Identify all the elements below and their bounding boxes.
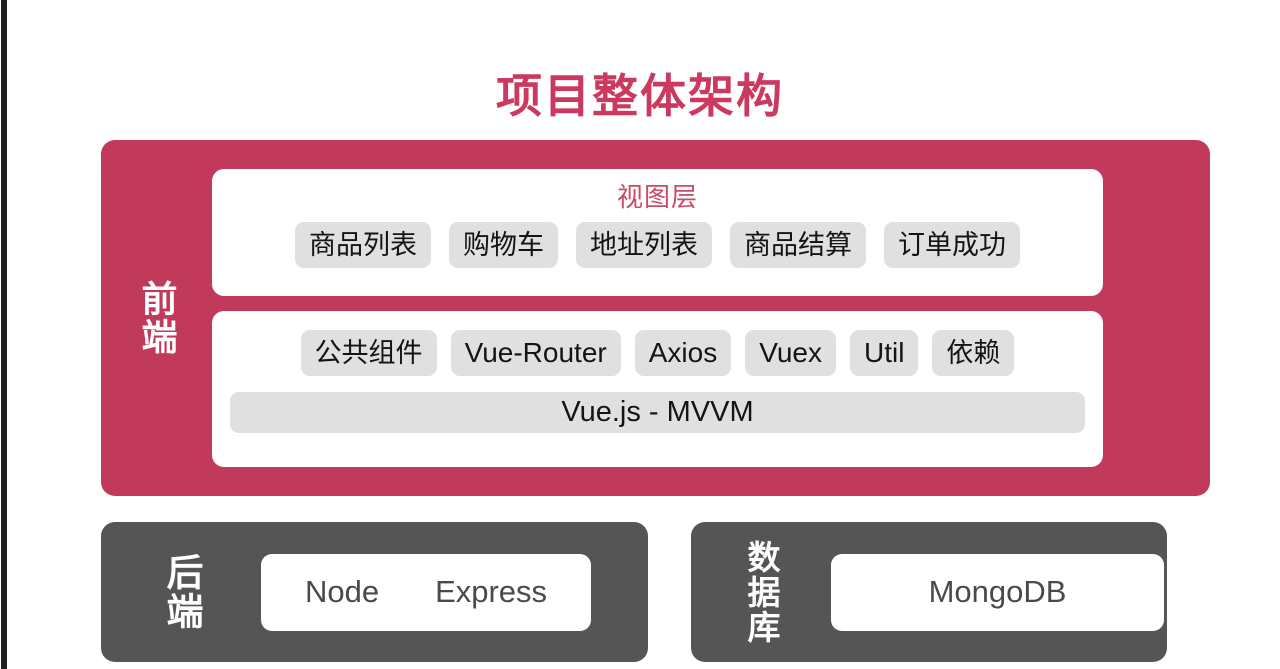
database-panel: 数据库 MongoDB xyxy=(691,522,1167,662)
backend-panel: 后端 Node Express xyxy=(101,522,648,662)
framework-chip[interactable]: 依赖 xyxy=(932,330,1015,377)
framework-layer-card: 公共组件 Vue-Router Axios Vuex Util 依赖 Vue.j… xyxy=(212,311,1103,467)
backend-label: 后端 xyxy=(161,553,202,631)
architecture-diagram: 项目整体架构 前端 视图层 商品列表 购物车 地址列表 商品结算 订单成功 公共… xyxy=(0,0,1280,669)
framework-chip[interactable]: Axios xyxy=(634,330,732,377)
backend-tech-item[interactable]: Express xyxy=(435,574,547,610)
view-layer-chip[interactable]: 订单成功 xyxy=(884,222,1020,268)
database-tech-item[interactable]: MongoDB xyxy=(929,574,1067,610)
view-layer-title: 视图层 xyxy=(616,182,698,212)
framework-chip[interactable]: 公共组件 xyxy=(300,330,437,377)
backend-tech-item[interactable]: Node xyxy=(305,574,379,610)
view-layer-chip-list: 商品列表 购物车 地址列表 商品结算 订单成功 xyxy=(230,222,1085,268)
database-label: 数据库 xyxy=(743,539,780,645)
core-framework-bar[interactable]: Vue.js - MVVM xyxy=(230,392,1085,434)
framework-chip[interactable]: Vuex xyxy=(745,330,836,377)
framework-chip[interactable]: Vue-Router xyxy=(450,330,621,377)
view-layer-chip[interactable]: 地址列表 xyxy=(576,222,712,268)
backend-tech-box: Node Express xyxy=(261,553,591,631)
view-layer-chip[interactable]: 购物车 xyxy=(449,222,558,268)
frontend-panel: 前端 视图层 商品列表 购物车 地址列表 商品结算 订单成功 公共组件 Vue-… xyxy=(101,140,1210,496)
view-layer-chip[interactable]: 商品列表 xyxy=(295,222,431,268)
frontend-label: 前端 xyxy=(136,280,178,356)
view-layer-card: 视图层 商品列表 购物车 地址列表 商品结算 订单成功 xyxy=(212,169,1103,297)
framework-chip[interactable]: Util xyxy=(849,330,919,377)
view-layer-chip[interactable]: 商品结算 xyxy=(730,222,866,268)
framework-chip-list: 公共组件 Vue-Router Axios Vuex Util 依赖 xyxy=(230,330,1085,377)
frontend-layers: 视图层 商品列表 购物车 地址列表 商品结算 订单成功 公共组件 Vue-Rou… xyxy=(212,140,1210,496)
database-tech-box: MongoDB xyxy=(831,553,1164,631)
page-title: 项目整体架构 xyxy=(496,70,784,122)
